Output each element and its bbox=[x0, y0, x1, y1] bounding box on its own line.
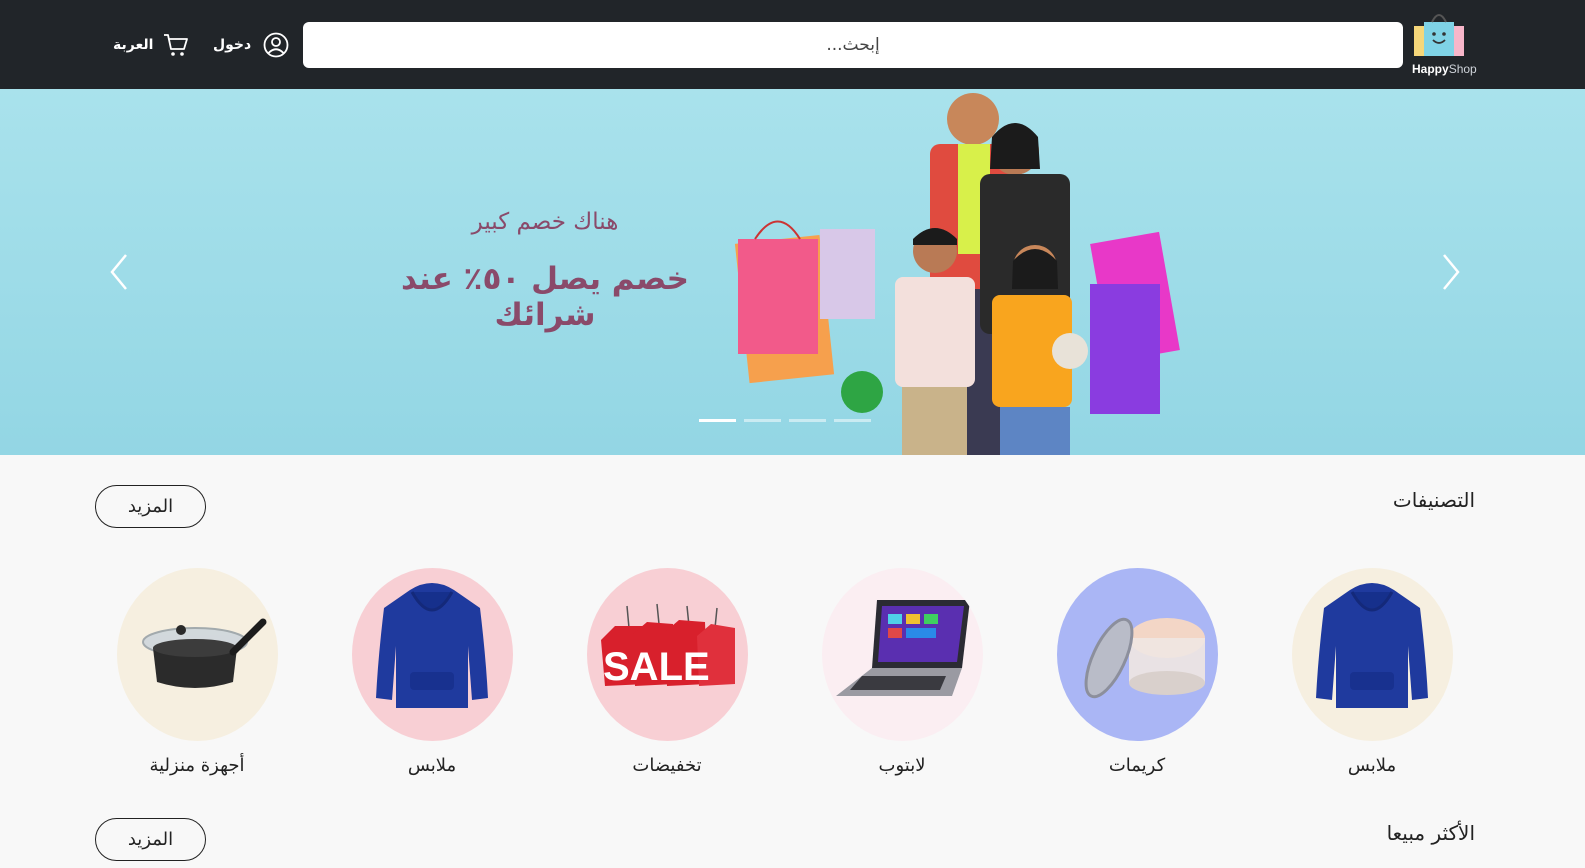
category-item-clothes[interactable]: ملابس bbox=[1272, 568, 1472, 776]
carousel-indicators bbox=[699, 419, 871, 422]
carousel-indicator-2[interactable] bbox=[744, 419, 781, 422]
category-circle bbox=[821, 568, 983, 741]
category-item-clothes-2[interactable]: ملابس bbox=[332, 568, 532, 776]
shopping-bag-logo-icon bbox=[1414, 14, 1464, 56]
login-link[interactable]: دخول bbox=[213, 30, 289, 60]
logo-text-sub: Shop bbox=[1448, 62, 1477, 76]
category-label: ملابس bbox=[407, 755, 457, 776]
category-circle bbox=[116, 568, 278, 741]
category-label: كريمات bbox=[1108, 755, 1166, 776]
chevron-right-icon bbox=[1443, 254, 1460, 290]
login-label: دخول bbox=[213, 37, 252, 53]
user-circle-icon bbox=[263, 32, 289, 58]
category-label: لابتوب bbox=[878, 755, 926, 776]
categories-more-button[interactable]: المزيد bbox=[95, 485, 206, 528]
category-circle: SALE bbox=[586, 568, 748, 741]
category-label: ملابس bbox=[1347, 755, 1397, 776]
hoodie-icon bbox=[375, 583, 488, 708]
bestsellers-more-button[interactable]: المزيد bbox=[95, 818, 206, 861]
sale-tags-icon: SALE bbox=[600, 603, 735, 689]
category-item-home-appliances[interactable]: أجهزة منزلية bbox=[97, 568, 297, 776]
category-label: أجهزة منزلية bbox=[149, 755, 245, 776]
saucepan-icon bbox=[141, 618, 266, 688]
hero-carousel: هناك خصم كبير خصم يصل ٥٠٪ عند شرائك bbox=[0, 89, 1585, 455]
carousel-indicator-1[interactable] bbox=[699, 419, 736, 422]
category-item-creams[interactable]: كريمات bbox=[1037, 568, 1237, 776]
cart-link[interactable]: العربة bbox=[113, 30, 189, 60]
laptop-icon bbox=[835, 600, 970, 696]
categories-title: التصنيفات bbox=[1392, 488, 1475, 512]
cart-icon bbox=[164, 34, 189, 56]
top-navbar: HappyShop دخول العربة bbox=[0, 0, 1585, 89]
cart-label: العربة bbox=[113, 37, 154, 53]
category-item-discounts[interactable]: SALE تخفيضات bbox=[567, 568, 767, 776]
category-circle bbox=[1056, 568, 1218, 741]
hero-subtitle: هناك خصم كبير bbox=[471, 209, 619, 235]
chevron-left-icon bbox=[110, 254, 127, 290]
family-shopping-image bbox=[734, 93, 1180, 455]
hero-title: خصم يصل ٥٠٪ عند شرائك bbox=[401, 261, 689, 333]
logo-text: HappyShop bbox=[1412, 62, 1477, 76]
hoodie-icon bbox=[1315, 583, 1428, 708]
logo-text-main: Happy bbox=[1412, 62, 1449, 76]
carousel-indicator-4[interactable] bbox=[834, 419, 871, 422]
carousel-next-button[interactable] bbox=[1436, 249, 1466, 295]
bestsellers-title: الأكثر مبيعا bbox=[1386, 821, 1475, 845]
carousel-prev-button[interactable] bbox=[104, 249, 134, 295]
carousel-indicator-3[interactable] bbox=[789, 419, 826, 422]
cream-jar-icon bbox=[1084, 617, 1205, 699]
happyshop-logo[interactable]: HappyShop bbox=[1408, 10, 1480, 78]
category-label: تخفيضات bbox=[632, 755, 702, 776]
search-input[interactable] bbox=[303, 22, 1403, 68]
category-item-laptops[interactable]: لابتوب bbox=[802, 568, 1002, 776]
category-circle bbox=[1291, 568, 1453, 741]
category-circle bbox=[351, 568, 513, 741]
svg-text:SALE: SALE bbox=[603, 645, 710, 689]
